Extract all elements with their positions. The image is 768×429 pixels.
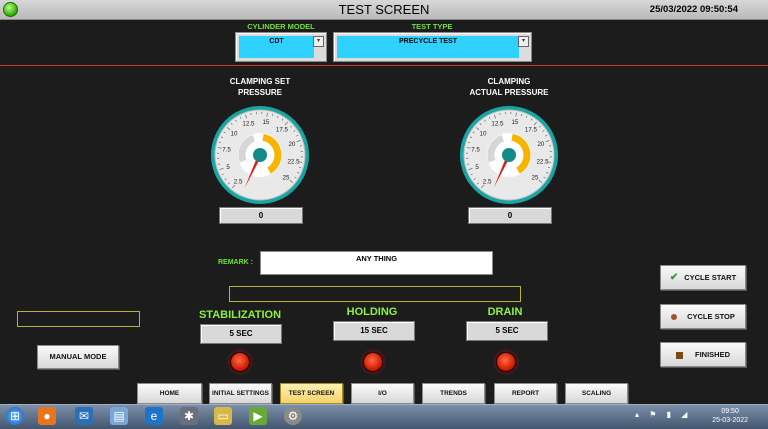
gauge-scale-label: 12.5 bbox=[242, 121, 255, 128]
finished-label: FINISHED bbox=[695, 350, 730, 359]
test-type-value: PRECYCLE TEST bbox=[337, 36, 519, 58]
stabilization-led-icon bbox=[230, 352, 250, 372]
gauge-hub bbox=[502, 148, 516, 162]
files-icon[interactable]: ▤ bbox=[110, 407, 128, 425]
actual-pressure-gauge: 2.5 5 7.5 10 12.5 15 17.5 20 22.5 25 bbox=[458, 104, 560, 206]
manual-mode-button[interactable]: MANUAL MODE bbox=[37, 345, 119, 369]
settings-gear-icon[interactable]: ⚙ bbox=[284, 407, 302, 425]
checkmark-icon: ✔ bbox=[670, 272, 678, 283]
gauge-hub bbox=[253, 148, 267, 162]
gauge-scale-label: 7.5 bbox=[471, 147, 480, 154]
actual-pressure-title-line1: CLAMPING bbox=[450, 76, 568, 87]
gauge-scale-label: 15 bbox=[511, 119, 518, 126]
actual-pressure-title: CLAMPING ACTUAL PRESSURE bbox=[450, 76, 568, 98]
gauge-scale-label: 5 bbox=[226, 164, 230, 171]
set-pressure-title-line1: CLAMPING SET bbox=[200, 76, 320, 87]
gauge-scale-label: 22.5 bbox=[536, 158, 549, 165]
drain-time: 5 SEC bbox=[466, 321, 548, 341]
nav-trends[interactable]: TRENDS bbox=[422, 383, 485, 404]
holding-led-icon bbox=[363, 352, 383, 372]
cycle-start-label: CYCLE START bbox=[684, 273, 736, 282]
actual-pressure-readout: 0 bbox=[468, 207, 552, 224]
test-type-select[interactable]: PRECYCLE TEST ▾ bbox=[333, 32, 532, 62]
nav-report[interactable]: REPORT bbox=[494, 383, 557, 404]
gauge-scale-label: 7.5 bbox=[222, 147, 231, 154]
holding-time: 15 SEC bbox=[333, 321, 415, 341]
date-time-display: 25/03/2022 09:50:54 bbox=[650, 2, 738, 17]
holding-label: HOLDING bbox=[322, 306, 422, 318]
cylinder-model-value: CDT bbox=[239, 36, 314, 58]
gauge-scale-label: 10 bbox=[231, 131, 238, 138]
gauge-scale-label: 17.5 bbox=[525, 127, 538, 134]
gauge-scale-label: 17.5 bbox=[276, 127, 289, 134]
internet-explorer-icon[interactable]: e bbox=[145, 407, 163, 425]
drain-label: DRAIN bbox=[455, 306, 555, 318]
stabilization-time: 5 SEC bbox=[200, 324, 282, 344]
nav-scaling[interactable]: SCALING bbox=[565, 383, 628, 404]
nav-home[interactable]: HOME bbox=[137, 383, 202, 404]
mail-client-icon[interactable]: ✉ bbox=[75, 407, 93, 425]
cylinder-model-label: CYLINDER MODEL bbox=[236, 22, 326, 31]
test-type-label: TEST TYPE bbox=[334, 22, 530, 31]
network-tool-icon[interactable]: ✱ bbox=[180, 407, 198, 425]
gauge-scale-label: 20 bbox=[288, 141, 295, 148]
gauge-scale-label: 22.5 bbox=[287, 158, 300, 165]
nav-io[interactable]: I/O bbox=[351, 383, 414, 404]
gauge-scale-label: 15 bbox=[262, 119, 269, 126]
gauge-scale-label: 12.5 bbox=[491, 121, 504, 128]
finished-button[interactable]: FINISHED bbox=[660, 342, 746, 367]
set-pressure-gauge: 2.5 5 7.5 10 12.5 15 17.5 20 22.5 25 bbox=[209, 104, 311, 206]
gauge-scale-label: 20 bbox=[537, 141, 544, 148]
gauge-scale-label: 5 bbox=[475, 164, 479, 171]
gauge-scale-label: 10 bbox=[480, 131, 487, 138]
explorer-folder-icon[interactable]: ▭ bbox=[214, 407, 232, 425]
stabilization-label: STABILIZATION bbox=[190, 309, 290, 321]
dropdown-arrow-icon[interactable]: ▾ bbox=[518, 36, 529, 47]
cycle-start-button[interactable]: ✔ CYCLE START bbox=[660, 265, 746, 290]
status-display bbox=[17, 311, 140, 327]
actual-pressure-title-line2: ACTUAL PRESSURE bbox=[450, 87, 568, 98]
cycle-stop-label: CYCLE STOP bbox=[687, 312, 735, 321]
set-pressure-title: CLAMPING SET PRESSURE bbox=[200, 76, 320, 98]
cylinder-model-select[interactable]: CDT ▾ bbox=[235, 32, 327, 62]
gauge-scale-label: 25 bbox=[532, 174, 539, 181]
start-menu-icon[interactable]: ⊞ bbox=[6, 407, 24, 425]
remark-label: REMARK : bbox=[218, 259, 253, 266]
cycle-stop-button[interactable]: CYCLE STOP bbox=[660, 304, 746, 329]
finished-square-icon bbox=[676, 352, 683, 359]
gauge-scale-label: 2.5 bbox=[234, 179, 243, 186]
taskbar-date: 25-03-2022 bbox=[712, 416, 748, 425]
message-display bbox=[229, 286, 521, 302]
drain-led-icon bbox=[496, 352, 516, 372]
system-tray-icons[interactable]: ▴ ⚑ ▮ ◢ bbox=[635, 410, 691, 419]
firefox-icon[interactable]: ● bbox=[38, 407, 56, 425]
header-divider bbox=[0, 65, 768, 66]
remark-field[interactable]: ANY THING bbox=[260, 251, 493, 275]
set-pressure-title-line2: PRESSURE bbox=[200, 87, 320, 98]
set-pressure-readout: 0 bbox=[219, 207, 303, 224]
taskbar-time: 09:50 bbox=[712, 407, 748, 416]
gauge-scale-label: 25 bbox=[283, 174, 290, 181]
taskbar-clock[interactable]: 09:50 25-03-2022 bbox=[712, 407, 748, 425]
nav-initial-settings[interactable]: INITIAL SETTINGS bbox=[209, 383, 272, 404]
gauge-scale-label: 2.5 bbox=[483, 179, 492, 186]
dropdown-arrow-icon[interactable]: ▾ bbox=[313, 36, 324, 47]
stop-dot-icon bbox=[671, 314, 677, 320]
media-player-icon[interactable]: ▶ bbox=[249, 407, 267, 425]
nav-test-screen[interactable]: TEST SCREEN bbox=[280, 383, 343, 404]
